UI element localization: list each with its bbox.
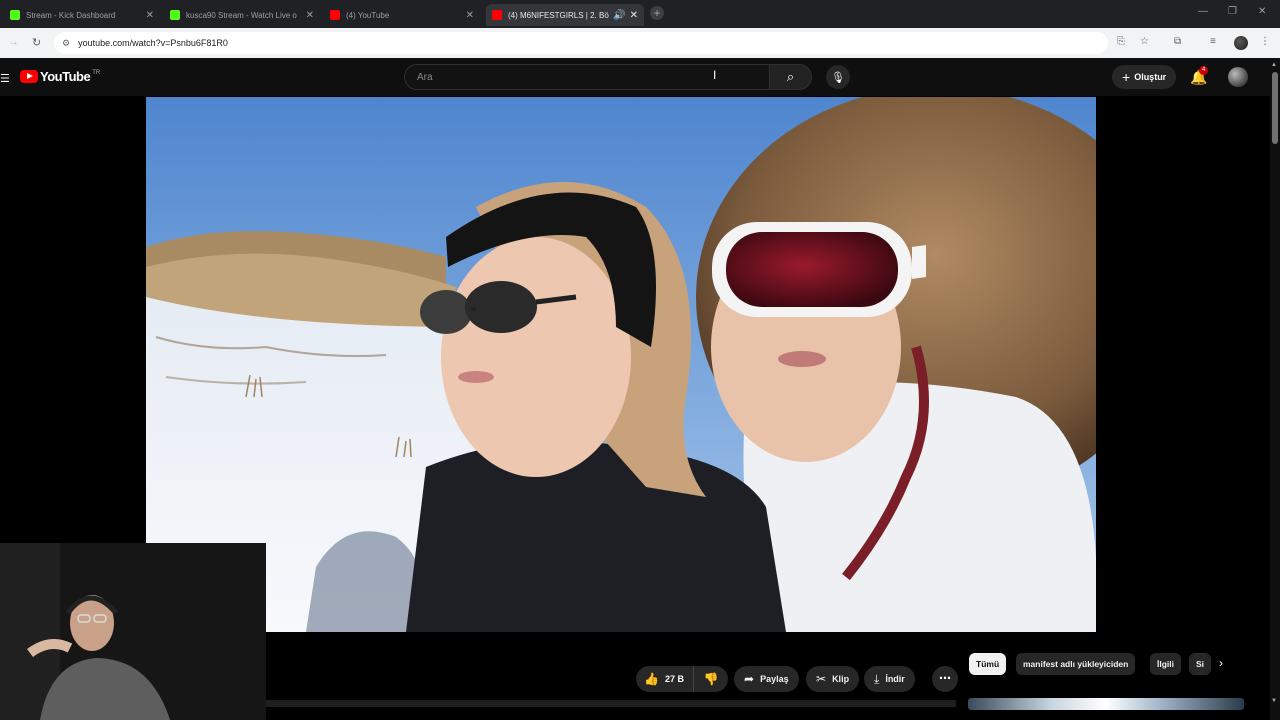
kick-icon	[10, 10, 20, 20]
browser-tab-kick-stream[interactable]: kusca90 Stream - Watch Live o ✕	[164, 4, 320, 26]
browser-tab-strip: Stream - Kick Dashboard ✕ kusca90 Stream…	[0, 0, 1280, 28]
media-controls-icon[interactable]: ≡	[1210, 36, 1216, 47]
more-actions-button[interactable]: ⋯	[932, 666, 958, 692]
notifications-button[interactable]: 🔔 4	[1190, 66, 1209, 86]
recommended-video-thumbnail[interactable]	[968, 698, 1244, 710]
youtube-play-icon	[20, 70, 38, 83]
webcam-feed	[0, 543, 266, 720]
youtube-logo[interactable]: YouTube TR	[20, 70, 100, 84]
plus-icon: +	[1122, 69, 1131, 85]
video-player[interactable]	[146, 97, 1096, 632]
download-icon: ⤓	[874, 671, 880, 686]
chip-all[interactable]: Tümü	[969, 653, 1007, 675]
tab-title: Stream - Kick Dashboard	[26, 10, 116, 20]
install-app-icon[interactable]: ⎘	[1117, 36, 1125, 47]
browser-tab-youtube-home[interactable]: (4) YouTube ✕	[324, 4, 480, 26]
create-label: Oluştur	[1134, 72, 1167, 82]
address-bar[interactable]: ⚙ youtube.com/watch?v=Psnbu6F81R0	[54, 32, 1108, 54]
bookmark-star-icon[interactable]: ☆	[1140, 36, 1149, 47]
account-avatar[interactable]	[1228, 67, 1248, 87]
youtube-header: ☰ YouTube TR ⌕ 🎙 I + Oluştur 🔔 4	[0, 58, 1270, 96]
speaker-icon[interactable]: 🔊	[613, 10, 625, 21]
url-text: youtube.com/watch?v=Psnbu6F81R0	[78, 38, 228, 48]
close-icon[interactable]: ✕	[466, 10, 474, 21]
clip-button[interactable]: ✂ Klip	[806, 666, 860, 692]
more-horizontal-icon: ⋯	[939, 671, 951, 685]
close-icon[interactable]: ✕	[146, 10, 154, 21]
tab-title: (4) M6NIFESTGIRLS | 2. Bölü	[508, 10, 610, 20]
like-button[interactable]: 👍 27 B	[636, 666, 694, 692]
dislike-button[interactable]: 👎	[694, 672, 728, 686]
like-dislike-group: 👍 27 B 👎	[636, 666, 728, 692]
thumbs-up-icon: 👍	[644, 672, 659, 686]
close-window-icon[interactable]: ✕	[1258, 6, 1266, 17]
close-icon[interactable]: ✕	[306, 10, 314, 21]
like-count: 27 B	[664, 674, 684, 684]
tab-title: kusca90 Stream - Watch Live o	[186, 10, 297, 20]
extensions-icon[interactable]: ⧉	[1174, 36, 1181, 47]
logo-text: YouTube	[40, 69, 91, 84]
download-button[interactable]: ⤓ İndir	[864, 666, 915, 692]
download-label: İndir	[885, 674, 905, 684]
microphone-icon: 🎙	[831, 71, 845, 84]
new-tab-button[interactable]: +	[650, 6, 664, 20]
restore-icon[interactable]: ❐	[1228, 6, 1237, 17]
browser-toolbar: → ↻ ⚙ youtube.com/watch?v=Psnbu6F81R0 ⎘ …	[0, 28, 1280, 58]
youtube-icon	[330, 10, 340, 20]
scroll-down-arrow-icon[interactable]: ▼	[1271, 698, 1277, 704]
browser-tab-kick-dashboard[interactable]: Stream - Kick Dashboard ✕	[4, 4, 160, 26]
voice-search-button[interactable]: 🎙	[826, 65, 850, 89]
chip-related[interactable]: İlgili	[1150, 653, 1181, 675]
description-area	[266, 700, 956, 707]
chip-partial[interactable]: Si	[1189, 653, 1211, 675]
page-scrollbar[interactable]	[1270, 58, 1280, 720]
scrollbar-thumb[interactable]	[1272, 72, 1278, 144]
menu-icon[interactable]: ☰	[0, 72, 10, 85]
clip-label: Klip	[832, 674, 850, 684]
browser-profile-avatar[interactable]	[1234, 36, 1248, 50]
youtube-icon	[492, 10, 502, 20]
minimize-icon[interactable]: —	[1198, 6, 1208, 17]
text-cursor-icon: I	[713, 68, 717, 82]
browser-menu-icon[interactable]: ⋮	[1260, 36, 1270, 47]
webcam-overlay	[0, 543, 266, 720]
search-icon: ⌕	[786, 69, 795, 84]
clip-button-wrap: ✂ Klip	[806, 666, 860, 692]
download-button-wrap: ⤓ İndir	[864, 666, 915, 692]
share-button[interactable]: ➦ Paylaş	[734, 666, 799, 692]
reload-icon[interactable]: ↻	[32, 36, 41, 49]
forward-icon[interactable]: →	[8, 36, 19, 48]
share-button-wrap: ➦ Paylaş	[734, 666, 799, 692]
chip-from-uploader[interactable]: manifest adlı yükleyiciden	[1016, 653, 1136, 675]
country-code: TR	[92, 70, 101, 76]
video-frame	[146, 97, 1096, 632]
create-button[interactable]: + Oluştur	[1112, 65, 1177, 89]
share-arrow-icon: ➦	[744, 672, 755, 686]
close-icon[interactable]: ✕	[630, 10, 638, 21]
site-info-icon[interactable]: ⚙	[62, 38, 70, 49]
tab-title: (4) YouTube	[346, 10, 390, 20]
kick-icon	[170, 10, 180, 20]
browser-tab-youtube-video[interactable]: (4) M6NIFESTGIRLS | 2. Bölü 🔊 ✕	[486, 4, 644, 26]
scroll-up-arrow-icon[interactable]: ▲	[1271, 62, 1277, 68]
scissors-icon: ✂	[816, 672, 827, 686]
search-button[interactable]: ⌕	[770, 64, 812, 90]
chevron-right-icon[interactable]: ›	[1219, 656, 1223, 670]
share-label: Paylaş	[760, 674, 789, 684]
thumbs-down-icon: 👎	[703, 672, 719, 686]
